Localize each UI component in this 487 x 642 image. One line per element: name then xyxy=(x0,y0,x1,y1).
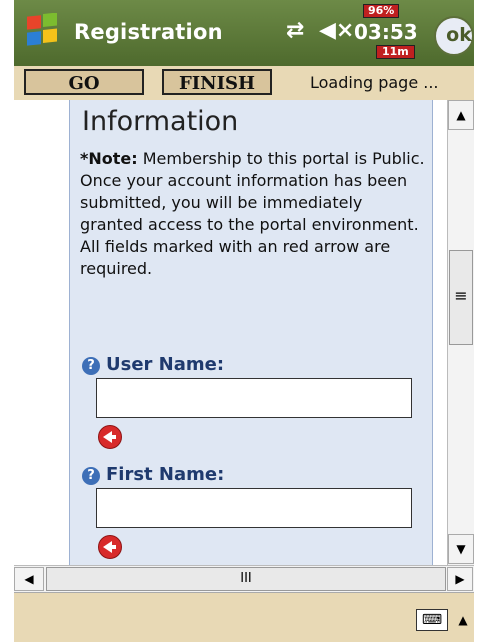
user-name-input[interactable] xyxy=(96,378,412,418)
required-arrow-icon xyxy=(98,535,122,559)
scroll-down-button[interactable]: ▼ xyxy=(448,534,474,564)
toolbar: GO FINISH Loading page ... xyxy=(14,66,474,101)
ok-label: ok xyxy=(446,24,472,46)
first-name-input[interactable] xyxy=(96,488,412,528)
keyboard-icon[interactable]: ⌨ xyxy=(416,609,448,631)
scroll-right-button[interactable]: ▶ xyxy=(447,567,473,591)
connectivity-icon[interactable]: ⇄ xyxy=(286,18,304,43)
scroll-up-button[interactable]: ▲ xyxy=(448,100,474,130)
window-title: Registration xyxy=(74,20,223,44)
user-name-label-text: User Name: xyxy=(106,354,225,375)
clock[interactable]: 03:53 xyxy=(354,20,418,44)
memory-indicator: 11m xyxy=(376,45,415,59)
note-label: *Note: xyxy=(80,149,138,168)
input-menu-arrow-icon[interactable]: ▲ xyxy=(454,609,472,631)
page-content: Information *Note: Membership to this po… xyxy=(14,100,474,565)
vertical-scrollbar[interactable]: ▲ ≡ ▼ xyxy=(447,100,474,565)
required-arrow-icon xyxy=(98,425,122,449)
user-name-label: ? User Name: xyxy=(82,354,224,375)
loading-status: Loading page ... xyxy=(310,73,439,92)
ok-button[interactable]: ok xyxy=(434,16,474,56)
horizontal-scrollbar[interactable]: ◀ III ▶ xyxy=(14,565,474,592)
membership-note: *Note: Membership to this portal is Publ… xyxy=(80,148,430,280)
note-text: Membership to this portal is Public. Onc… xyxy=(80,149,425,278)
finish-button[interactable]: FINISH xyxy=(162,69,272,95)
menu-bar: ⌨ ▲ xyxy=(14,592,474,642)
speaker-mute-icon[interactable]: ◀× xyxy=(319,18,354,43)
registration-panel: Information *Note: Membership to this po… xyxy=(69,100,433,565)
battery-indicator: 96% xyxy=(363,4,400,18)
help-icon[interactable]: ? xyxy=(82,467,100,485)
vertical-scroll-thumb[interactable]: ≡ xyxy=(449,250,473,345)
first-name-label: ? First Name: xyxy=(82,464,224,485)
windows-start-icon[interactable] xyxy=(24,13,62,51)
title-bar: Registration ⇄ ◀× 96% 03:53 11m ok xyxy=(14,0,474,66)
pocket-pc-screen: Registration ⇄ ◀× 96% 03:53 11m ok GO FI… xyxy=(14,0,474,642)
scroll-left-button[interactable]: ◀ xyxy=(14,567,44,591)
section-heading: Information xyxy=(82,106,239,137)
help-icon[interactable]: ? xyxy=(82,357,100,375)
go-button[interactable]: GO xyxy=(24,69,144,95)
horizontal-scroll-thumb[interactable]: III xyxy=(46,567,446,591)
first-name-label-text: First Name: xyxy=(106,464,225,485)
